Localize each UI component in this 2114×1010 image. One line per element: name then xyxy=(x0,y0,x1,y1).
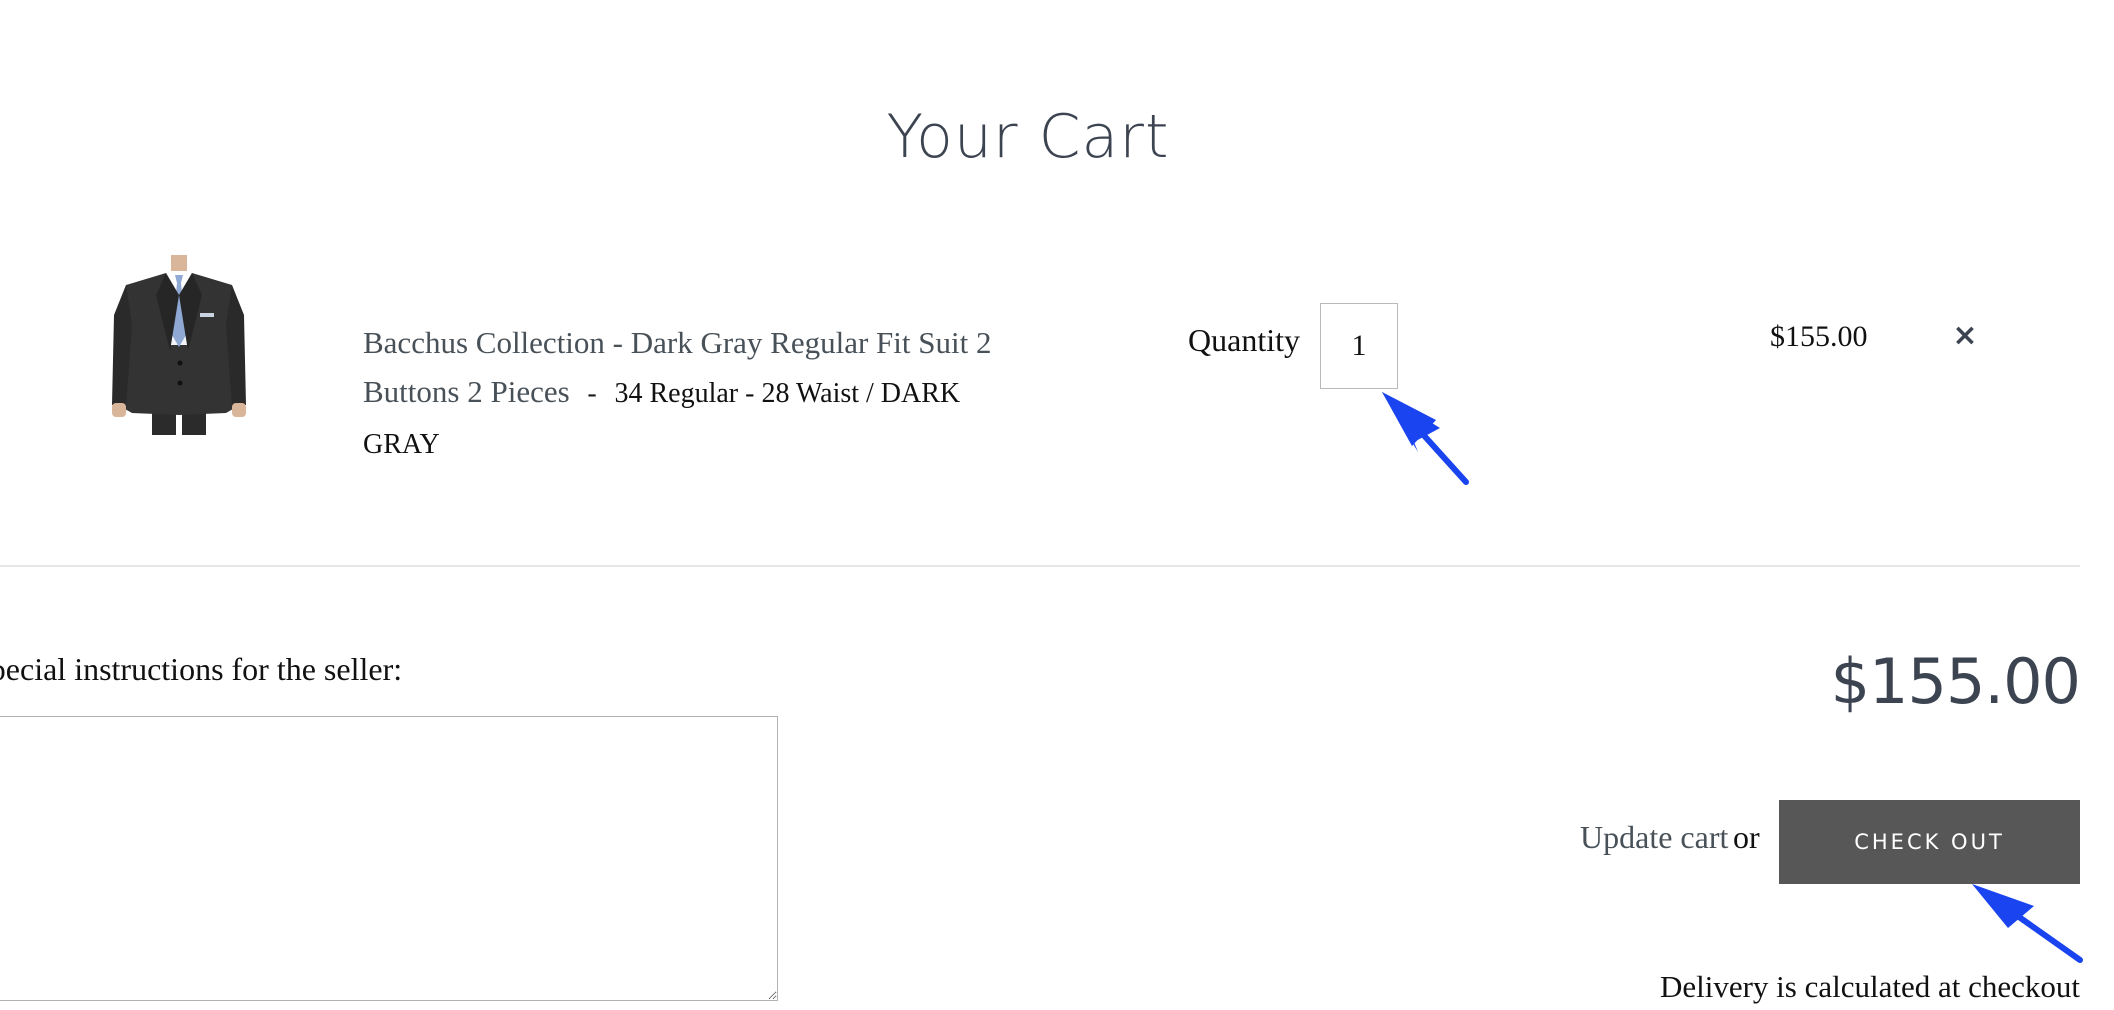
page-title: Your Cart xyxy=(886,102,1170,173)
line-item-price: $155.00 xyxy=(1770,320,1868,353)
suit-product-image xyxy=(108,255,250,435)
quantity-input[interactable] xyxy=(1320,303,1398,389)
cart-subtotal: $155.00 xyxy=(1830,645,2081,718)
cart-note-label: Special instructions for the seller: xyxy=(0,651,403,687)
update-cart-link[interactable]: Update cart xyxy=(1580,819,1728,856)
cart-note-textarea[interactable] xyxy=(0,716,778,1001)
cart-item-details: Bacchus Collection - Dark Gray Regular F… xyxy=(363,318,1023,469)
arrow-pointer-icon xyxy=(1972,884,2083,963)
quantity-label: Quantity xyxy=(1188,322,1300,358)
checkout-button[interactable]: CHECK OUT xyxy=(1779,800,2080,884)
product-image-link[interactable] xyxy=(108,255,250,435)
arrow-pointer-icon xyxy=(1382,392,1469,485)
divider xyxy=(0,565,2080,567)
variant-separator: - xyxy=(587,378,597,409)
delivery-note: Delivery is calculated at checkout xyxy=(1659,969,2080,1004)
or-text: or xyxy=(1733,819,1760,855)
close-icon[interactable]: × xyxy=(1950,316,1980,356)
